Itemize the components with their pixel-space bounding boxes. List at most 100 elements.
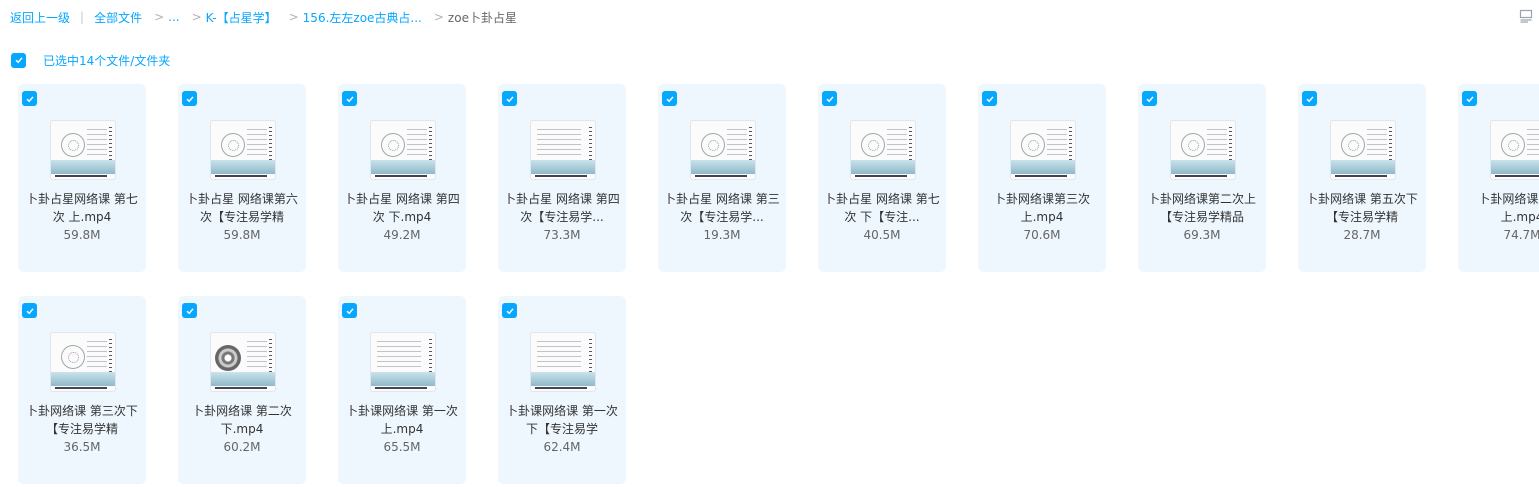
thumbnail-banner [1491, 160, 1539, 174]
video-thumbnail[interactable] [1490, 120, 1539, 180]
back-link[interactable]: 返回上一级 [10, 9, 70, 26]
file-name[interactable]: 卜卦网络课第二次上【专注易学精品 [1144, 190, 1260, 226]
text-lines-graphic [1207, 129, 1227, 159]
breadcrumb-divider: | [80, 10, 85, 24]
file-tile[interactable]: 卜卦占星 网络课 第七次 下【专注... 40.5M [818, 84, 946, 272]
file-tile[interactable]: 卜卦课网络课 第一次 下【专注易学 62.4M [498, 296, 626, 484]
thumbnail-footer [215, 387, 267, 389]
file-tile[interactable]: 卜卦网络课 第五次下【专注易学精 28.7M [1298, 84, 1426, 272]
file-checkbox[interactable] [822, 91, 837, 106]
chevron-right-icon: > [154, 10, 165, 24]
thumbnail-footer [375, 175, 427, 177]
file-checkbox[interactable] [502, 91, 517, 106]
file-checkbox[interactable] [1302, 91, 1317, 106]
chart-wheel-graphic [381, 133, 405, 157]
breadcrumb-ellipsis[interactable]: ... [168, 10, 179, 24]
thumbnail-banner [1331, 160, 1395, 174]
file-tile[interactable]: 卜卦占星 网络课 第三次【专注易学... 19.3M [658, 84, 786, 272]
video-thumbnail[interactable] [50, 120, 116, 180]
file-name[interactable]: 卜卦网络课第三次上.mp4 [984, 190, 1100, 226]
file-name[interactable]: 卜卦占星网络课 第七次 上.mp4 [24, 190, 140, 226]
file-name[interactable]: 卜卦课网络课 第一次 下【专注易学 [504, 402, 620, 438]
text-lines-graphic [247, 341, 267, 371]
file-checkbox[interactable] [1462, 91, 1477, 106]
file-size: 65.5M [383, 440, 421, 454]
chevron-right-icon: > [191, 10, 202, 24]
file-tile[interactable]: 卜卦网络课 第二次下.mp4 60.2M [178, 296, 306, 484]
file-size: 36.5M [63, 440, 101, 454]
video-thumbnail[interactable] [1170, 120, 1236, 180]
thumbnail-banner [51, 160, 115, 174]
file-name[interactable]: 卜卦网络课 第五次下【专注易学精 [1304, 190, 1420, 226]
select-all-checkbox[interactable] [11, 52, 26, 68]
file-tile[interactable]: 卜卦课网络课 第一次上.mp4 65.5M [338, 296, 466, 484]
file-size: 74.7M [1503, 228, 1539, 242]
file-tile[interactable]: 卜卦占星 网络课 第四次 下.mp4 49.2M [338, 84, 466, 272]
chart-wheel-graphic [1341, 133, 1365, 157]
video-thumbnail[interactable] [210, 120, 276, 180]
chart-wheel-graphic [1021, 133, 1045, 157]
file-checkbox[interactable] [182, 91, 197, 106]
thumbnail-banner [211, 160, 275, 174]
file-tile[interactable]: 卜卦占星网络课 第七次 上.mp4 59.8M [18, 84, 146, 272]
file-name[interactable]: 卜卦网络课 第二次下.mp4 [184, 402, 300, 438]
text-lines-graphic [1047, 129, 1067, 159]
thumbnail-footer [215, 175, 267, 177]
thumbnail-banner [531, 372, 595, 386]
text-lines-graphic [377, 341, 421, 371]
file-tile[interactable]: 卜卦网络课 第...上.mp4 74.7M [1458, 84, 1539, 272]
thumbnail-banner [851, 160, 915, 174]
video-thumbnail[interactable] [370, 332, 436, 392]
checkmark-icon [505, 95, 514, 102]
file-name[interactable]: 卜卦占星 网络课 第四次【专注易学... [504, 190, 620, 226]
checkmark-icon [825, 95, 834, 102]
thumbnail-footer [1015, 175, 1067, 177]
file-checkbox[interactable] [1142, 91, 1157, 106]
breadcrumb-folder-course[interactable]: 156.左左zoe古典占... [303, 9, 422, 26]
file-tile[interactable]: 卜卦网络课第二次上【专注易学精品 69.3M [1138, 84, 1266, 272]
file-checkbox[interactable] [662, 91, 677, 106]
file-checkbox[interactable] [182, 303, 197, 318]
file-name[interactable]: 卜卦占星 网络课 第七次 下【专注... [824, 190, 940, 226]
thumbnail-footer [55, 175, 107, 177]
video-thumbnail[interactable] [690, 120, 756, 180]
video-thumbnail[interactable] [1010, 120, 1076, 180]
file-checkbox[interactable] [982, 91, 997, 106]
video-thumbnail[interactable] [530, 120, 596, 180]
video-thumbnail[interactable] [370, 120, 436, 180]
file-name[interactable]: 卜卦占星 网络课第六次【专注易学精 [184, 190, 300, 226]
breadcrumb-all-files[interactable]: 全部文件 [94, 9, 142, 26]
file-checkbox[interactable] [22, 303, 37, 318]
video-thumbnail[interactable] [530, 332, 596, 392]
thumbnail-banner [531, 160, 595, 174]
file-tile[interactable]: 卜卦网络课 第三次下【专注易学精 36.5M [18, 296, 146, 484]
thumbnail-footer [695, 175, 747, 177]
file-name[interactable]: 卜卦课网络课 第一次上.mp4 [344, 402, 460, 438]
file-name[interactable]: 卜卦占星 网络课 第三次【专注易学... [664, 190, 780, 226]
thumbnail-footer [375, 387, 427, 389]
checkmark-icon [1465, 95, 1474, 102]
file-checkbox[interactable] [342, 91, 357, 106]
list-view-icon[interactable] [1519, 9, 1533, 23]
file-checkbox[interactable] [342, 303, 357, 318]
file-name[interactable]: 卜卦网络课 第...上.mp4 [1464, 190, 1539, 226]
file-name[interactable]: 卜卦占星 网络课 第四次 下.mp4 [344, 190, 460, 226]
file-tile[interactable]: 卜卦网络课第三次上.mp4 70.6M [978, 84, 1106, 272]
video-thumbnail[interactable] [1330, 120, 1396, 180]
thumbnail-banner [51, 372, 115, 386]
file-size: 69.3M [1183, 228, 1221, 242]
file-tile[interactable]: 卜卦占星 网络课第六次【专注易学精 59.8M [178, 84, 306, 272]
thumbnail-footer [1495, 175, 1539, 177]
file-tile[interactable]: 卜卦占星 网络课 第四次【专注易学... 73.3M [498, 84, 626, 272]
video-thumbnail[interactable] [50, 332, 116, 392]
video-thumbnail[interactable] [850, 120, 916, 180]
file-name[interactable]: 卜卦网络课 第三次下【专注易学精 [24, 402, 140, 438]
breadcrumb-folder-astrology[interactable]: K-【占星学】 [206, 9, 277, 26]
chart-wheel-graphic [61, 345, 85, 369]
file-checkbox[interactable] [22, 91, 37, 106]
video-thumbnail[interactable] [210, 332, 276, 392]
file-size: 62.4M [543, 440, 581, 454]
file-size: 70.6M [1023, 228, 1061, 242]
file-checkbox[interactable] [502, 303, 517, 318]
chart-wheel-graphic [1501, 133, 1525, 157]
